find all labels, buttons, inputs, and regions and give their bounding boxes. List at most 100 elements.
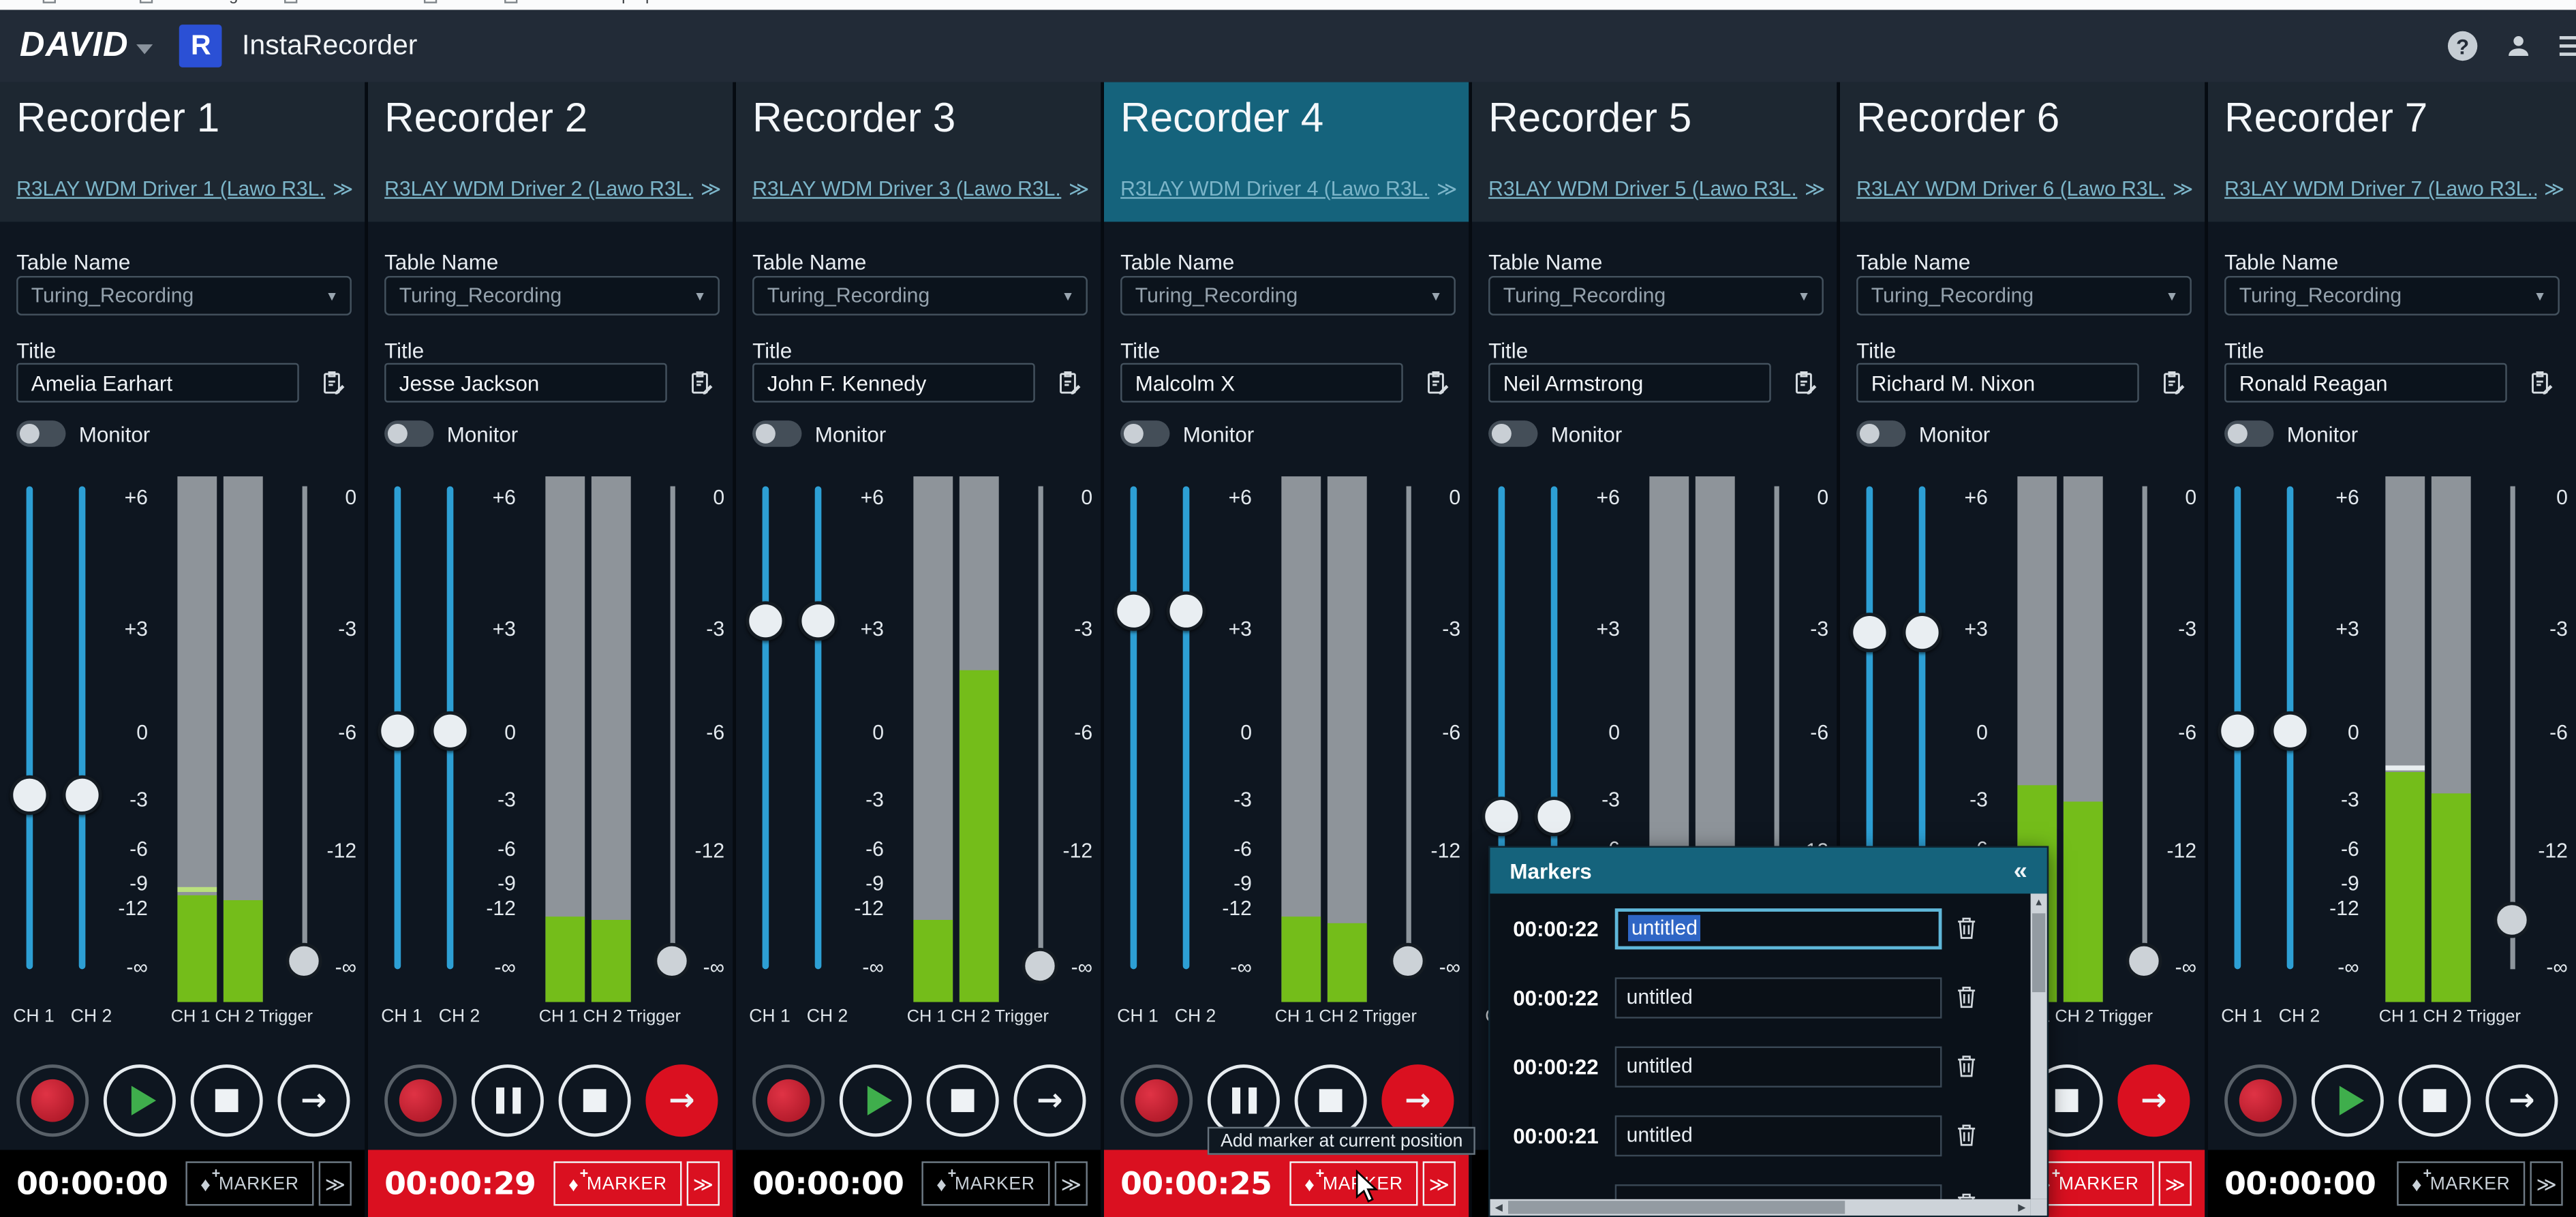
marker-name-input[interactable]: untitled bbox=[1614, 1045, 1942, 1087]
edit-title-button[interactable] bbox=[2520, 363, 2563, 403]
title-input[interactable]: Amelia Earhart bbox=[16, 363, 299, 403]
table-name-select[interactable]: Turing_Recording ▼ bbox=[1120, 275, 1456, 315]
scroll-up-icon[interactable]: ▲ bbox=[2031, 893, 2047, 912]
table-name-select[interactable]: Turing_Recording ▼ bbox=[16, 275, 352, 315]
next-take-button[interactable]: → bbox=[2485, 1064, 2558, 1137]
fader-handle-ch2[interactable] bbox=[1166, 591, 1206, 631]
driver-link[interactable]: R3LAY WDM Driver 6 (Lawo R3L... ≫ bbox=[1856, 177, 2193, 200]
add-marker-button[interactable]: ♦+ MARKER bbox=[921, 1161, 1050, 1206]
table-name-select[interactable]: Turing_Recording ▼ bbox=[2224, 275, 2560, 315]
add-marker-button[interactable]: ♦+ MARKER bbox=[2397, 1161, 2526, 1206]
bookmark-item[interactable]: ROAD value props bbox=[504, 0, 662, 5]
trigger-fader-handle[interactable] bbox=[1022, 947, 1058, 985]
record-button[interactable] bbox=[1120, 1064, 1193, 1137]
recorder-select-header[interactable]: Recorder 4 R3LAY WDM Driver 4 (Lawo R3L.… bbox=[1103, 82, 1469, 222]
scroll-right-icon[interactable]: ▶ bbox=[2018, 1201, 2025, 1213]
trigger-fader-handle[interactable] bbox=[2494, 902, 2530, 938]
david-brand-menu[interactable]: DAVID bbox=[20, 27, 153, 66]
bookmark-item[interactable]: Local bbox=[42, 0, 104, 5]
monitor-toggle[interactable] bbox=[1856, 420, 1906, 447]
monitor-toggle[interactable] bbox=[1488, 420, 1538, 447]
recorder-select-header[interactable]: Recorder 6 R3LAY WDM Driver 6 (Lawo R3L.… bbox=[1839, 82, 2205, 222]
markers-panel-header[interactable]: Markers « bbox=[1490, 847, 2047, 894]
edit-title-button[interactable] bbox=[1416, 363, 1459, 403]
record-button[interactable] bbox=[752, 1064, 825, 1137]
next-take-button[interactable]: → bbox=[645, 1064, 718, 1137]
driver-link[interactable]: R3LAY WDM Driver 2 (Lawo R3L... ≫ bbox=[384, 177, 721, 200]
delete-marker-icon[interactable] bbox=[1957, 1192, 1976, 1199]
scroll-left-icon[interactable]: ◀ bbox=[1495, 1201, 1503, 1213]
delete-marker-icon[interactable] bbox=[1957, 1124, 1976, 1147]
edit-title-button[interactable] bbox=[1784, 363, 1827, 403]
fader-handle-ch1[interactable] bbox=[2218, 711, 2258, 751]
vertical-scrollbar[interactable]: ▲ bbox=[2030, 893, 2047, 1199]
record-button[interactable] bbox=[16, 1064, 89, 1137]
marker-list-button[interactable]: ≫ bbox=[1422, 1161, 1456, 1206]
next-take-button[interactable]: → bbox=[277, 1064, 350, 1137]
bookmark-item[interactable]: NY bbox=[424, 0, 468, 5]
fader-handle-ch1[interactable] bbox=[10, 775, 50, 815]
title-input[interactable]: Ronald Reagan bbox=[2224, 363, 2507, 403]
horizontal-scrollbar[interactable]: ◀ ▶ bbox=[1490, 1199, 2031, 1216]
fader-handle-ch1[interactable] bbox=[1850, 613, 1890, 653]
fader-handle-ch1[interactable] bbox=[1482, 797, 1522, 837]
add-marker-button[interactable]: ♦+ MARKER bbox=[553, 1161, 682, 1206]
bookmark-item[interactable]: DAVID orga bbox=[139, 0, 247, 5]
monitor-toggle[interactable] bbox=[1120, 420, 1170, 447]
next-take-button[interactable]: → bbox=[1381, 1064, 1454, 1137]
trigger-fader-handle[interactable] bbox=[286, 942, 322, 979]
edit-title-button[interactable] bbox=[2152, 363, 2195, 403]
marker-list-button[interactable]: ≫ bbox=[2530, 1161, 2563, 1206]
recorder-select-header[interactable]: Recorder 5 R3LAY WDM Driver 5 (Lawo R3L.… bbox=[1471, 82, 1837, 222]
fader-handle-ch2[interactable] bbox=[2270, 711, 2310, 751]
title-input[interactable]: Richard M. Nixon bbox=[1856, 363, 2139, 403]
user-icon[interactable] bbox=[2504, 31, 2533, 61]
title-input[interactable]: Jesse Jackson bbox=[384, 363, 667, 403]
driver-link[interactable]: R3LAY WDM Driver 4 (Lawo R3L... ≫ bbox=[1120, 177, 1457, 200]
monitor-toggle[interactable] bbox=[752, 420, 802, 447]
stop-button[interactable] bbox=[190, 1064, 263, 1137]
monitor-toggle[interactable] bbox=[384, 420, 434, 447]
fader-handle-ch2[interactable] bbox=[798, 601, 838, 641]
stop-button[interactable] bbox=[1294, 1064, 1367, 1137]
scrollbar-thumb[interactable] bbox=[1507, 1201, 1845, 1214]
table-name-select[interactable]: Turing_Recording ▼ bbox=[1488, 275, 1824, 315]
fader-handle-ch2[interactable] bbox=[1534, 797, 1574, 837]
table-name-select[interactable]: Turing_Recording ▼ bbox=[752, 275, 1088, 315]
fader-handle-ch2[interactable] bbox=[62, 775, 102, 815]
edit-title-button[interactable] bbox=[680, 363, 723, 403]
delete-marker-icon[interactable] bbox=[1957, 985, 1976, 1008]
edit-title-button[interactable] bbox=[312, 363, 355, 403]
recorder-select-header[interactable]: Recorder 7 R3LAY WDM Driver 7 (Lawo R3L.… bbox=[2207, 82, 2576, 222]
menu-icon-partial[interactable] bbox=[2559, 36, 2576, 56]
title-input[interactable]: John F. Kennedy bbox=[752, 363, 1035, 403]
driver-link[interactable]: R3LAY WDM Driver 1 (Lawo R3L... ≫ bbox=[16, 177, 353, 200]
fader-handle-ch1[interactable] bbox=[746, 601, 786, 641]
delete-marker-icon[interactable] bbox=[1957, 1055, 1976, 1078]
collapse-panel-icon[interactable]: « bbox=[2014, 857, 2027, 884]
monitor-toggle[interactable] bbox=[16, 420, 66, 447]
marker-list-button[interactable]: ≫ bbox=[2158, 1161, 2192, 1206]
help-icon[interactable]: ? bbox=[2447, 31, 2478, 61]
driver-link[interactable]: R3LAY WDM Driver 3 (Lawo R3L... ≫ bbox=[752, 177, 1089, 200]
play-button[interactable] bbox=[103, 1064, 176, 1137]
title-input[interactable]: Neil Armstrong bbox=[1488, 363, 1771, 403]
marker-name-input[interactable]: untitled bbox=[1614, 976, 1942, 1018]
trigger-fader-handle[interactable] bbox=[1390, 942, 1426, 979]
pause-button[interactable] bbox=[1207, 1064, 1280, 1137]
marker-name-input[interactable]: untitled bbox=[1614, 907, 1942, 949]
play-button[interactable] bbox=[2311, 1064, 2384, 1137]
driver-link[interactable]: R3LAY WDM Driver 5 (Lawo R3L... ≫ bbox=[1488, 177, 1825, 200]
edit-title-button[interactable] bbox=[1048, 363, 1091, 403]
fader-handle-ch1[interactable] bbox=[1114, 591, 1154, 631]
record-button[interactable] bbox=[2224, 1064, 2297, 1137]
record-button[interactable] bbox=[384, 1064, 457, 1137]
scrollbar-thumb[interactable] bbox=[2032, 913, 2046, 993]
fader-handle-ch2[interactable] bbox=[430, 711, 470, 751]
next-take-button[interactable]: → bbox=[1013, 1064, 1086, 1137]
marker-name-input[interactable]: untitled bbox=[1614, 1114, 1942, 1156]
play-button[interactable] bbox=[839, 1064, 912, 1137]
trigger-fader-handle[interactable] bbox=[2126, 942, 2162, 979]
delete-marker-icon[interactable] bbox=[1957, 916, 1976, 940]
bookmark-item[interactable]: Confluence bbox=[283, 0, 388, 5]
